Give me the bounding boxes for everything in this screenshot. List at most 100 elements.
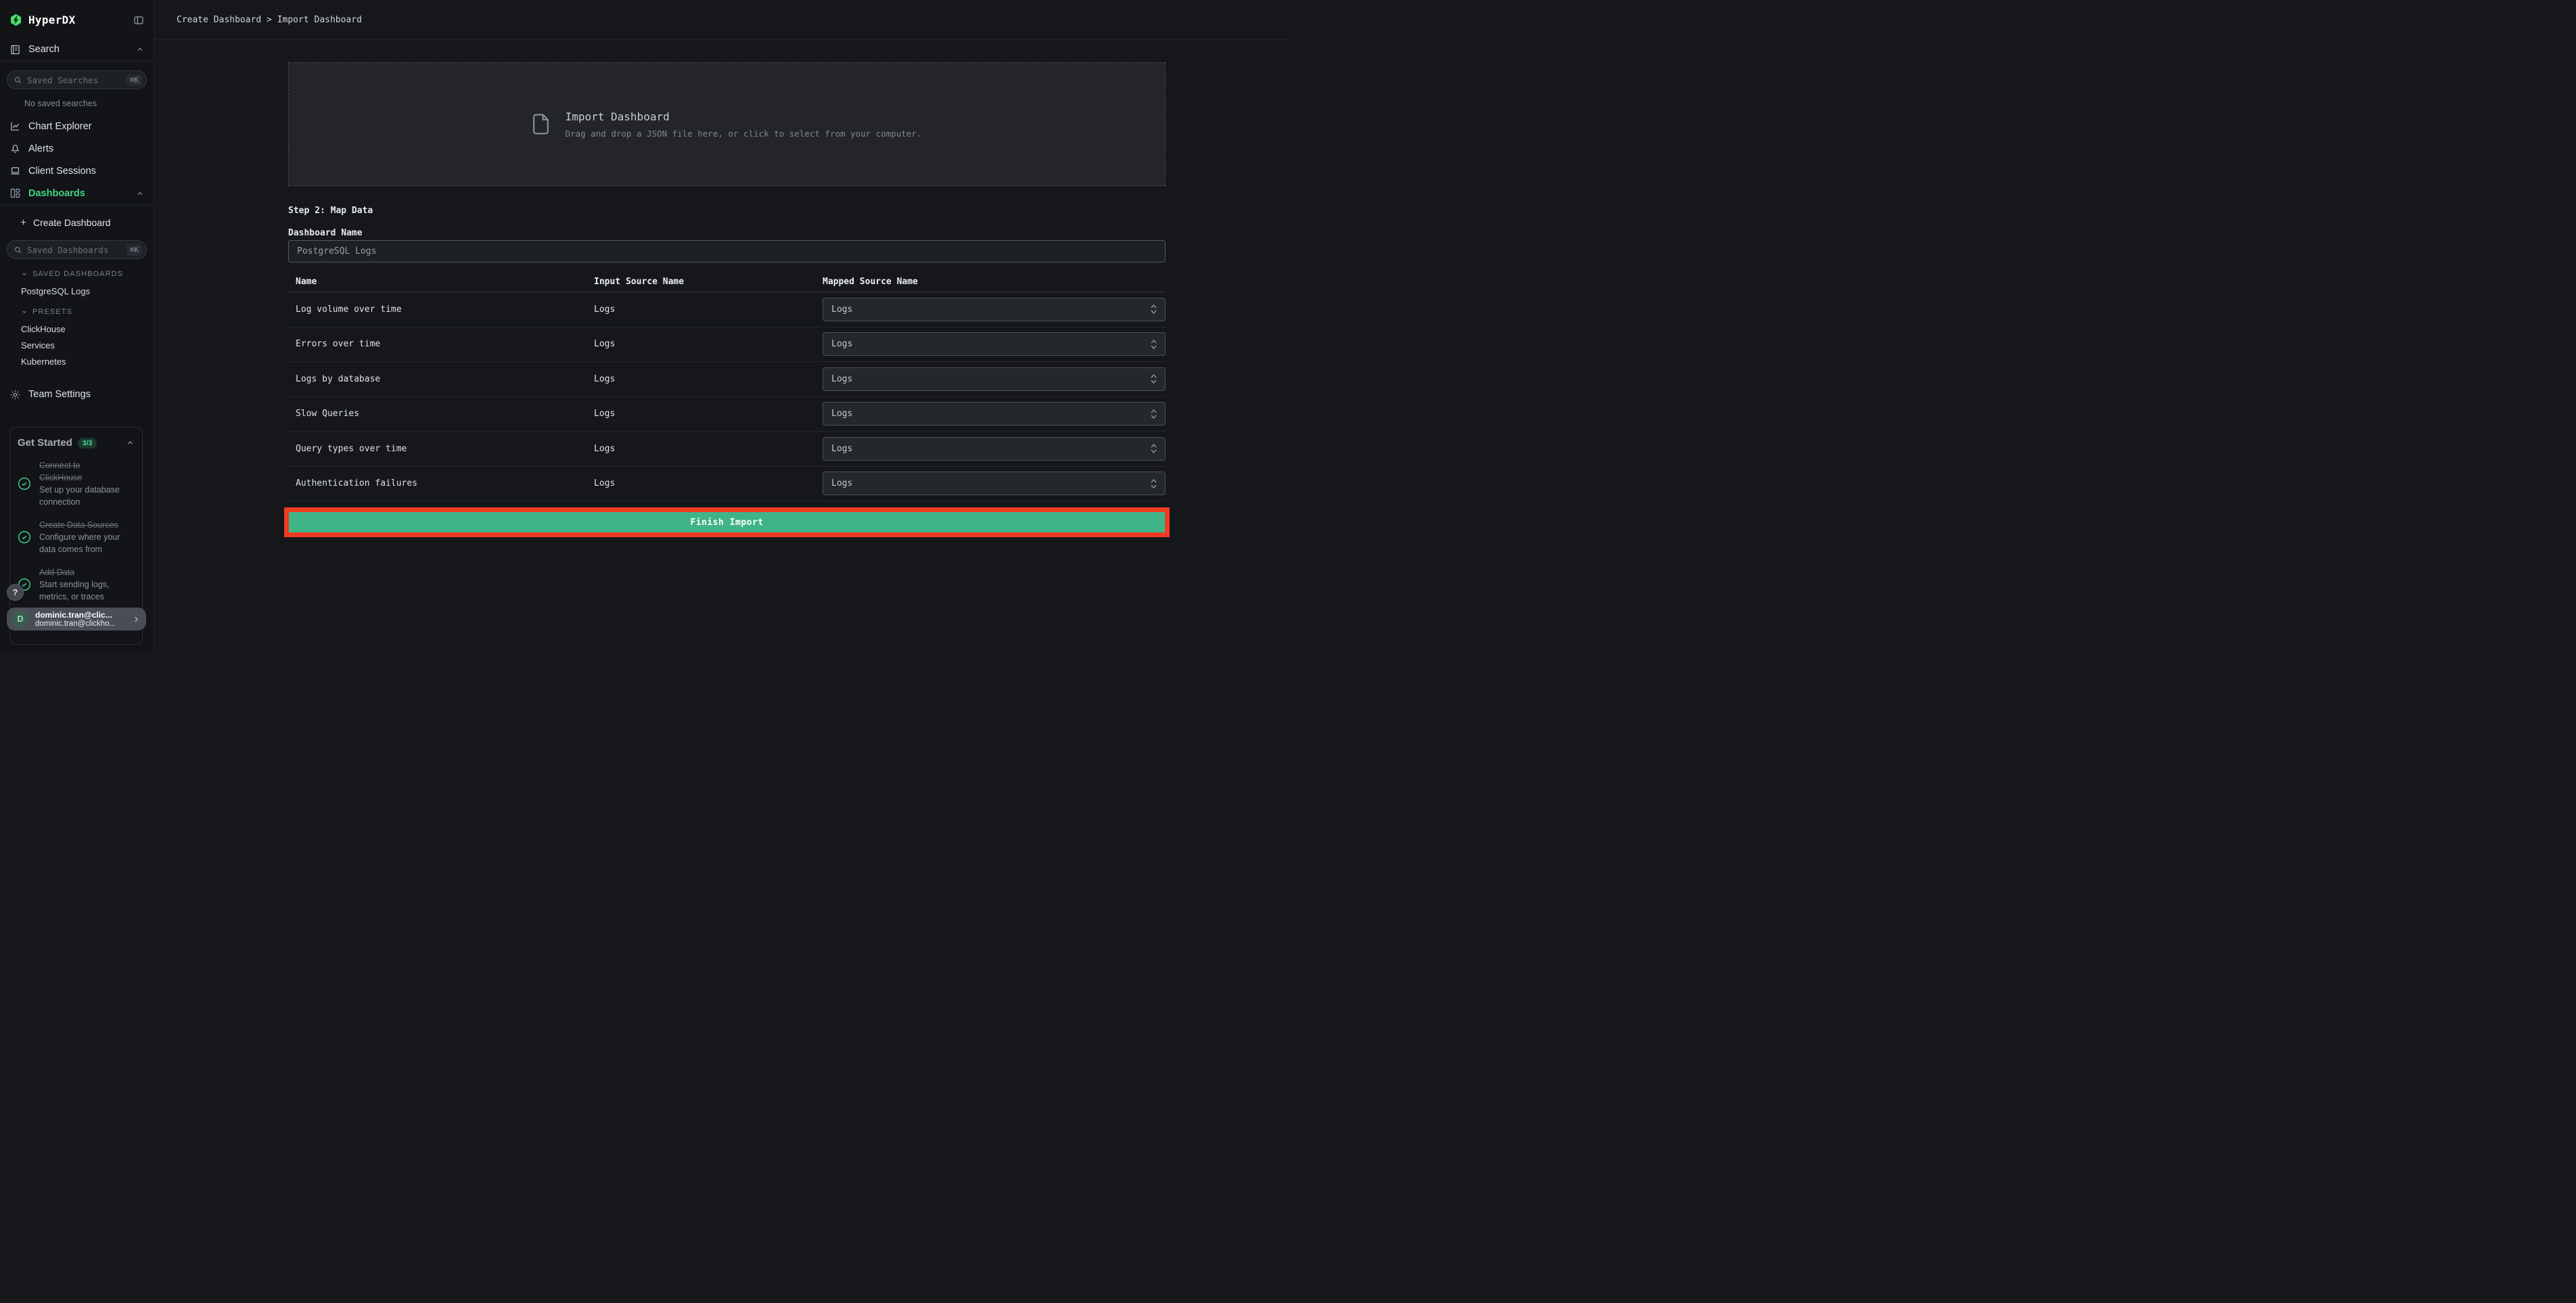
presets-section-header[interactable]: PRESETS bbox=[9, 308, 144, 316]
annotation-highlight: Finish Import bbox=[284, 507, 1170, 537]
select-value: Logs bbox=[831, 304, 853, 315]
mapped-source-select[interactable]: Logs bbox=[823, 402, 1166, 426]
sidebar-item-services[interactable]: Services bbox=[9, 340, 144, 351]
sidebar-item-chart-explorer[interactable]: Chart Explorer bbox=[9, 115, 144, 137]
app-title: HyperDX bbox=[28, 14, 76, 26]
section-header-label: PRESETS bbox=[32, 308, 73, 316]
gear-icon bbox=[9, 389, 21, 401]
no-saved-searches-text: No saved searches bbox=[24, 99, 97, 108]
get-started-item-desc: Set up your database connection bbox=[39, 485, 120, 507]
import-dropzone[interactable]: Import Dashboard Drag and drop a JSON fi… bbox=[288, 62, 1166, 186]
chevron-up-icon bbox=[136, 45, 144, 53]
nav-label: Alerts bbox=[28, 143, 54, 154]
saved-dashboards-input[interactable]: Saved Dashboards ⌘K bbox=[7, 240, 147, 259]
select-value: Logs bbox=[831, 409, 853, 419]
user-texts: dominic.tran@clic... dominic.tran@clickh… bbox=[35, 610, 132, 628]
logo-row: HyperDX bbox=[9, 0, 144, 26]
user-menu[interactable]: D dominic.tran@clic... dominic.tran@clic… bbox=[7, 608, 146, 631]
nav-label: Dashboards bbox=[28, 187, 85, 199]
mapped-source-select[interactable]: Logs bbox=[823, 297, 1166, 321]
create-dashboard-label: Create Dashboard bbox=[33, 216, 111, 228]
column-header-name: Name bbox=[296, 277, 317, 287]
breadcrumb: Create Dashboard > Import Dashboard bbox=[177, 14, 362, 25]
shortcut-badge: ⌘K bbox=[126, 74, 142, 86]
chevron-up-icon bbox=[136, 189, 144, 198]
select-value: Logs bbox=[831, 478, 853, 489]
row-input-source: Logs bbox=[594, 409, 616, 419]
line-chart-icon bbox=[9, 120, 21, 132]
saved-dashboards-section-header[interactable]: SAVED DASHBOARDS bbox=[9, 270, 144, 278]
chevron-up-down-icon bbox=[1151, 339, 1157, 350]
dropzone-subtitle: Drag and drop a JSON file here, or click… bbox=[565, 128, 922, 139]
chevron-up-down-icon bbox=[1151, 304, 1157, 315]
column-header-mapped-source: Mapped Source Name bbox=[823, 277, 918, 287]
mapped-source-select[interactable]: Logs bbox=[823, 436, 1166, 461]
sidebar-item-clickhouse[interactable]: ClickHouse bbox=[9, 324, 144, 335]
chevron-up-down-icon bbox=[1151, 373, 1157, 384]
sidebar-collapse-icon[interactable] bbox=[133, 15, 144, 26]
get-started-item-text: Create Data Sources Configure where your… bbox=[39, 519, 124, 555]
user-email: dominic.tran@clickho... bbox=[35, 619, 116, 628]
page-header: Create Dashboard > Import Dashboard bbox=[154, 0, 1288, 40]
get-started-title: Get Started bbox=[18, 437, 72, 449]
row-name: Logs by database bbox=[296, 373, 381, 384]
get-started-item-title: Create Data Sources bbox=[39, 520, 118, 530]
nav-label: Client Sessions bbox=[28, 165, 96, 177]
select-value: Logs bbox=[831, 339, 853, 350]
section-header-label: SAVED DASHBOARDS bbox=[32, 270, 124, 278]
row-input-source: Logs bbox=[594, 478, 616, 489]
mapping-table: Name Input Source Name Mapped Source Nam… bbox=[288, 272, 1166, 501]
sidebar-nav: Chart Explorer Alerts Client Sessions Da… bbox=[9, 115, 144, 204]
chevron-up-down-icon bbox=[1151, 443, 1157, 454]
create-dashboard-button[interactable]: Create Dashboard bbox=[9, 216, 144, 228]
chevron-up-down-icon bbox=[1151, 478, 1157, 489]
dashboard-grid-icon bbox=[9, 187, 21, 199]
row-input-source: Logs bbox=[594, 373, 616, 384]
sidebar-item-alerts[interactable]: Alerts bbox=[9, 137, 144, 160]
journal-search-icon bbox=[9, 44, 21, 55]
row-name: Errors over time bbox=[296, 339, 381, 350]
sidebar-item-team-settings[interactable]: Team Settings bbox=[9, 388, 144, 401]
chevron-up-icon bbox=[126, 438, 135, 447]
sidebar-item-search[interactable]: Search bbox=[9, 43, 144, 56]
get-started-item-text: Connect to ClickHouse Set up your databa… bbox=[39, 459, 124, 508]
select-value: Logs bbox=[831, 373, 853, 384]
get-started-item-connect[interactable]: Connect to ClickHouse Set up your databa… bbox=[18, 459, 135, 508]
chevron-right-icon bbox=[132, 615, 141, 624]
dropzone-text: Import Dashboard Drag and drop a JSON fi… bbox=[566, 110, 922, 139]
get-started-item-sources[interactable]: Create Data Sources Configure where your… bbox=[18, 519, 135, 555]
finish-import-button[interactable]: Finish Import bbox=[289, 512, 1165, 532]
chevron-up-down-icon bbox=[1151, 409, 1157, 419]
mapped-source-select[interactable]: Logs bbox=[823, 332, 1166, 357]
row-input-source: Logs bbox=[594, 443, 616, 454]
mapped-source-select[interactable]: Logs bbox=[823, 472, 1166, 496]
nav-label: Chart Explorer bbox=[28, 120, 92, 132]
mapped-source-select[interactable]: Logs bbox=[823, 367, 1166, 391]
table-row: Log volume over time Logs Logs bbox=[288, 292, 1166, 327]
get-started-item-add-data[interactable]: Add Data Start sending logs, metrics, or… bbox=[18, 566, 135, 603]
saved-searches-input[interactable]: Saved Searches ⌘K bbox=[7, 70, 147, 89]
main-area: Create Dashboard > Import Dashboard Impo… bbox=[154, 0, 1288, 652]
row-name: Slow Queries bbox=[296, 409, 359, 419]
get-started-item-text: Add Data Start sending logs, metrics, or… bbox=[39, 566, 124, 603]
get-started-header[interactable]: Get Started 3/3 bbox=[18, 437, 135, 449]
sidebar-item-kubernetes[interactable]: Kubernetes bbox=[9, 357, 144, 367]
table-row: Slow Queries Logs Logs bbox=[288, 397, 1166, 432]
get-started-progress-badge: 3/3 bbox=[77, 437, 97, 449]
sidebar-divider bbox=[0, 61, 154, 62]
sidebar-item-dashboards[interactable]: Dashboards bbox=[9, 182, 144, 204]
sidebar-item-postgresql-logs[interactable]: PostgreSQL Logs bbox=[9, 286, 144, 297]
table-row: Logs by database Logs Logs bbox=[288, 362, 1166, 397]
table-row: Authentication failures Logs Logs bbox=[288, 467, 1166, 501]
help-button[interactable]: ? bbox=[7, 584, 24, 601]
get-started-item-title: Connect to ClickHouse bbox=[39, 461, 83, 482]
chevron-down-icon bbox=[21, 271, 28, 277]
sidebar-item-client-sessions[interactable]: Client Sessions bbox=[9, 160, 144, 182]
column-header-input-source: Input Source Name bbox=[594, 277, 685, 287]
chevron-down-icon bbox=[21, 308, 28, 315]
team-settings-label: Team Settings bbox=[28, 389, 91, 400]
row-name: Log volume over time bbox=[296, 304, 402, 315]
dashboard-name-input[interactable] bbox=[288, 240, 1166, 262]
get-started-item-desc: Start sending logs, metrics, or traces bbox=[39, 580, 110, 601]
dashboard-name-label: Dashboard Name bbox=[288, 228, 363, 238]
